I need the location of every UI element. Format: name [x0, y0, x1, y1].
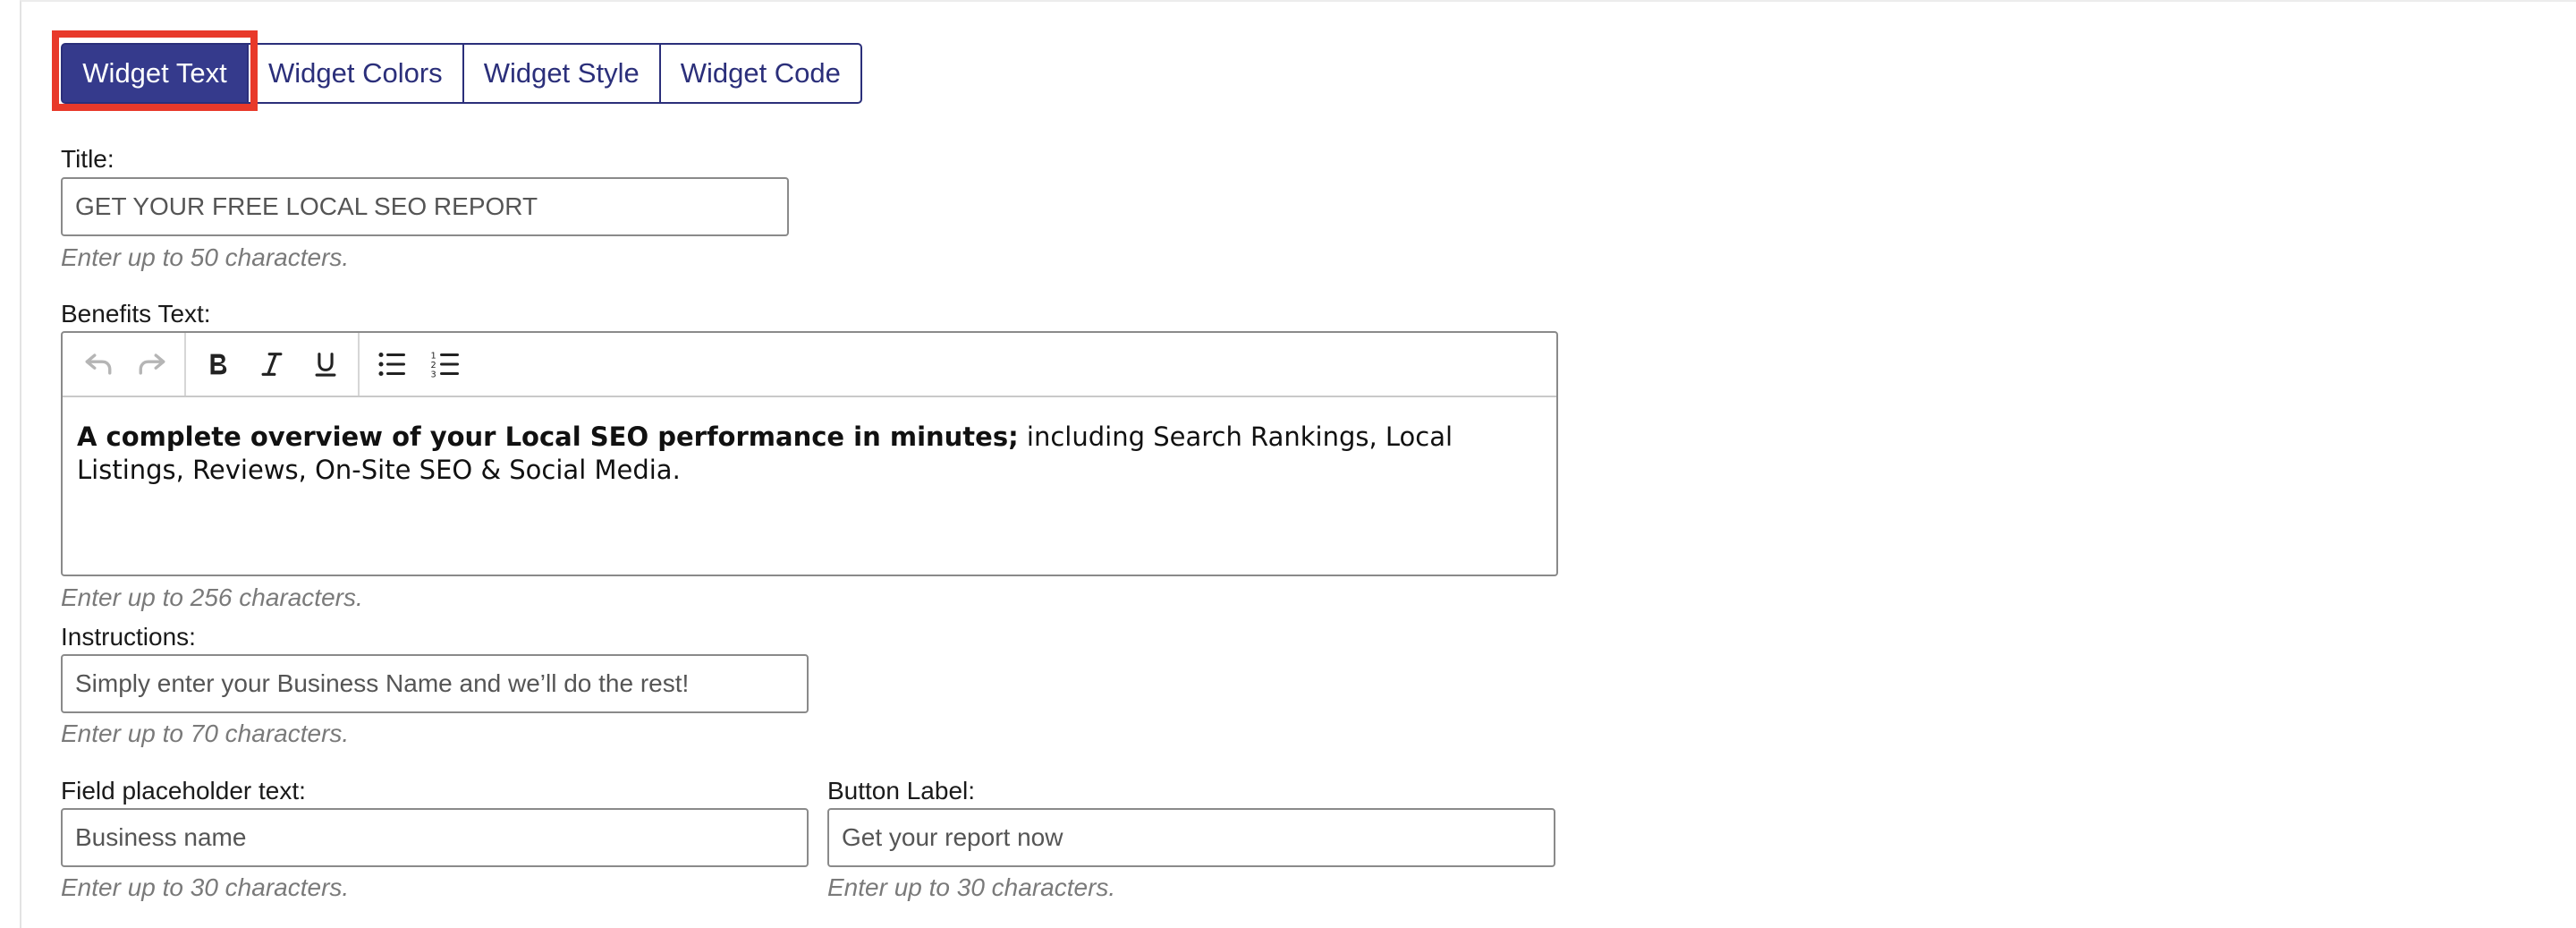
benefits-bold-text: A complete overview of your Local SEO pe… — [77, 421, 1019, 452]
placeholder-text-input[interactable] — [61, 808, 809, 867]
svg-text:2: 2 — [431, 361, 436, 370]
italic-icon[interactable] — [245, 337, 299, 391]
editor-toolbar: 123 — [63, 333, 1556, 397]
placeholder-text-label: Field placeholder text: — [61, 777, 306, 805]
instructions-label: Instructions: — [61, 623, 196, 651]
benefits-label: Benefits Text: — [61, 300, 211, 328]
benefits-editor-content[interactable]: A complete overview of your Local SEO pe… — [63, 397, 1556, 487]
undo-icon[interactable] — [72, 337, 125, 391]
underline-icon[interactable] — [299, 337, 352, 391]
instructions-input[interactable] — [61, 654, 809, 713]
button-label-label: Button Label: — [827, 777, 976, 805]
benefits-editor: 123 A complete overview of your Local SE… — [61, 331, 1558, 576]
tab-widget-code[interactable]: Widget Code — [660, 43, 862, 104]
button-label-input[interactable] — [827, 808, 1555, 867]
tab-widget-style[interactable]: Widget Style — [463, 43, 661, 104]
format-group — [186, 333, 360, 396]
button-label-hint: Enter up to 30 characters. — [827, 873, 1116, 901]
list-group: 123 — [360, 333, 478, 396]
svg-text:1: 1 — [431, 351, 436, 361]
benefits-hint: Enter up to 256 characters. — [61, 583, 363, 611]
tab-bar: Widget Text Widget Colors Widget Style W… — [61, 43, 862, 104]
placeholder-text-hint: Enter up to 30 characters. — [61, 873, 350, 901]
title-input[interactable] — [61, 177, 789, 236]
svg-text:3: 3 — [431, 370, 436, 379]
bold-icon[interactable] — [191, 337, 245, 391]
history-group — [66, 333, 186, 396]
tab-widget-text[interactable]: Widget Text — [61, 43, 249, 104]
numbered-list-icon[interactable]: 123 — [419, 337, 472, 391]
title-hint: Enter up to 50 characters. — [61, 243, 350, 271]
title-label: Title: — [61, 145, 114, 173]
instructions-hint: Enter up to 70 characters. — [61, 719, 350, 747]
redo-icon[interactable] — [125, 337, 179, 391]
tab-widget-colors[interactable]: Widget Colors — [249, 43, 464, 104]
bullet-list-icon[interactable] — [365, 337, 419, 391]
